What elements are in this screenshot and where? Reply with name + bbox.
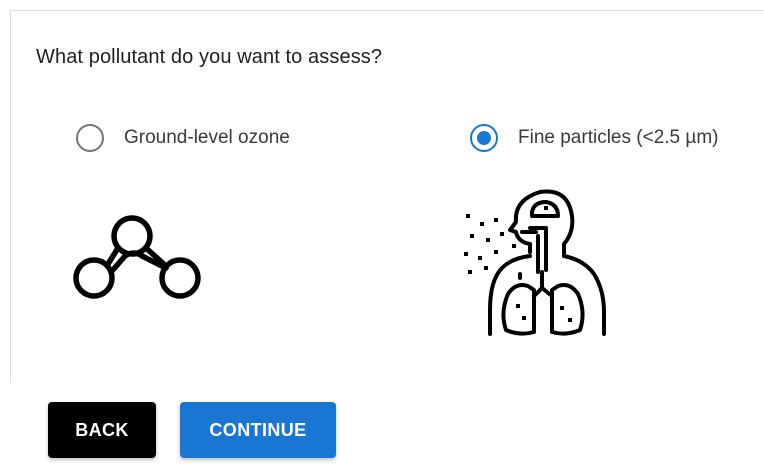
pollutant-selection-page: What pollutant do you want to assess? Gr…	[0, 0, 764, 476]
question-heading: What pollutant do you want to assess?	[36, 46, 383, 68]
fine-particles-option-label[interactable]: Fine particles (<2.5 µm)	[518, 127, 718, 149]
fine-particles-radio-button[interactable]	[470, 124, 498, 152]
ozone-radio-button[interactable]	[76, 124, 104, 152]
lungs-particles-icon[interactable]	[460, 182, 610, 342]
ozone-option-label[interactable]: Ground-level ozone	[124, 127, 290, 149]
back-button[interactable]: BACK	[48, 402, 156, 458]
continue-button[interactable]: CONTINUE	[180, 402, 336, 458]
option-fine-particles[interactable]: Fine particles (<2.5 µm)	[470, 122, 718, 154]
ozone-molecule-icon[interactable]	[70, 206, 210, 306]
option-ground-level-ozone[interactable]: Ground-level ozone	[76, 122, 290, 154]
